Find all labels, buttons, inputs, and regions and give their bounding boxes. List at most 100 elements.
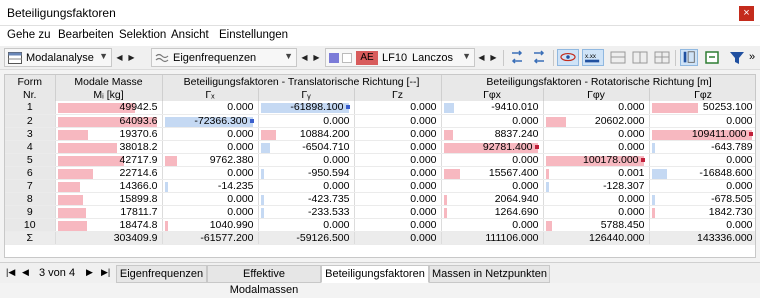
export-icon[interactable] — [703, 49, 721, 66]
cell-gamma-phi-x[interactable]: 2064.940 — [441, 192, 544, 206]
grid-icon[interactable] — [653, 49, 671, 66]
cell-gamma-phi-x[interactable]: 8837.240 — [441, 127, 544, 141]
menu-einstellungen[interactable]: Einstellungen — [219, 29, 288, 41]
cell-gamma-z[interactable]: 0.000 — [354, 101, 442, 115]
last-page-icon[interactable]: ▶| — [101, 267, 110, 278]
cell-gamma-phi-z[interactable]: 0.000 — [649, 114, 755, 128]
cell-gamma-y[interactable]: -61898.100 — [258, 101, 355, 115]
cell-gamma-z[interactable]: 0.000 — [354, 192, 442, 206]
cell-gamma-x[interactable]: 0.000 — [162, 140, 259, 154]
cell-gamma-phi-x[interactable]: 1264.690 — [441, 205, 544, 219]
cell-gamma-z[interactable]: 0.000 — [354, 166, 442, 180]
table-row[interactable]: 3 19370.6 0.000 10884.200 0.000 8837.240 0.000… — [5, 127, 755, 141]
cell-gamma-y[interactable]: 0.000 — [258, 153, 355, 167]
prev-arrow-icon[interactable]: ◀ — [114, 48, 125, 67]
sum-row[interactable]: Σ 303409.9 -61577.200 -59126.500 0.000 111106… — [5, 231, 755, 245]
analysis-select[interactable]: Modalanalyse ▼ — [4, 48, 112, 67]
cell-gamma-y[interactable]: 10884.200 — [258, 127, 355, 141]
tab-eigenfrequenzen[interactable]: Eigenfrequenzen — [116, 265, 207, 283]
close-button[interactable]: × — [739, 6, 754, 21]
cell-gamma-y[interactable]: -233.533 — [258, 205, 355, 219]
cell-mass[interactable]: 49942.5 — [55, 101, 163, 115]
table-row[interactable]: 2 64093.6 -72366.300 0.000 0.000 0.000 20602.0… — [5, 114, 755, 128]
view-toggle-button[interactable] — [557, 49, 579, 66]
cell-gamma-x[interactable]: 0.000 — [162, 166, 259, 180]
cell-gamma-phi-x[interactable]: 111106.000 — [441, 231, 544, 245]
table-row[interactable]: 7 14366.0 -14.235 0.000 0.000 0.000 -128.307 0.… — [5, 179, 755, 193]
cell-gamma-phi-z[interactable]: 143336.000 — [649, 231, 755, 245]
cell-gamma-x[interactable]: -72366.300 — [162, 114, 259, 128]
cell-gamma-phi-z[interactable]: 0.000 — [649, 153, 755, 167]
cell-gamma-phi-x[interactable]: -9410.010 — [441, 101, 544, 115]
cell-gamma-phi-z[interactable]: 50253.100 — [649, 101, 755, 115]
cell-gamma-phi-y[interactable]: 126440.000 — [543, 231, 650, 245]
next-arrow-icon[interactable]: ▶ — [311, 48, 322, 67]
cell-gamma-phi-z[interactable]: 109411.000 — [649, 127, 755, 141]
cell-gamma-x[interactable]: 0.000 — [162, 205, 259, 219]
cell-gamma-y[interactable]: 0.000 — [258, 218, 355, 232]
cell-gamma-x[interactable]: 9762.380 — [162, 153, 259, 167]
cell-gamma-phi-x[interactable]: 92781.400 — [441, 140, 544, 154]
cell-gamma-phi-y[interactable]: 0.000 — [543, 205, 650, 219]
cell-gamma-phi-y[interactable]: 20602.000 — [543, 114, 650, 128]
table-row[interactable]: 9 17811.7 0.000 -233.533 0.000 1264.690 0.000 1… — [5, 205, 755, 219]
cell-gamma-phi-y[interactable]: -128.307 — [543, 179, 650, 193]
next-arrow-icon[interactable]: ▶ — [126, 48, 137, 67]
table-row[interactable]: 4 38018.2 0.000 -6504.710 0.000 92781.400 0.00… — [5, 140, 755, 154]
cell-gamma-x[interactable]: -14.235 — [162, 179, 259, 193]
cell-gamma-phi-y[interactable]: 0.000 — [543, 140, 650, 154]
cell-gamma-phi-x[interactable]: 0.000 — [441, 218, 544, 232]
cell-gamma-phi-z[interactable]: 0.000 — [649, 179, 755, 193]
result-select[interactable]: Eigenfrequenzen ▼ — [151, 48, 297, 67]
swap-icon[interactable] — [530, 49, 548, 66]
cell-gamma-phi-z[interactable]: -678.505 — [649, 192, 755, 206]
cell-mass[interactable]: 19370.6 — [55, 127, 163, 141]
cell-gamma-y[interactable]: -950.594 — [258, 166, 355, 180]
cell-gamma-y[interactable]: 0.000 — [258, 114, 355, 128]
cell-gamma-y[interactable]: -59126.500 — [258, 231, 355, 245]
cell-mass[interactable]: 38018.2 — [55, 140, 163, 154]
cell-gamma-phi-x[interactable]: 0.000 — [441, 153, 544, 167]
table-row[interactable]: 6 22714.6 0.000 -950.594 0.000 15567.400 0.001… — [5, 166, 755, 180]
cell-gamma-phi-y[interactable]: 100178.000 — [543, 153, 650, 167]
cell-mass[interactable]: 14366.0 — [55, 179, 163, 193]
cell-gamma-phi-x[interactable]: 0.000 — [441, 179, 544, 193]
next-arrow-icon[interactable]: ▶ — [488, 48, 499, 67]
cell-mass[interactable]: 15899.8 — [55, 192, 163, 206]
menu-selektion[interactable]: Selektion — [119, 29, 166, 41]
cell-mass[interactable]: 22714.6 — [55, 166, 163, 180]
grid-icon[interactable] — [631, 49, 649, 66]
cell-gamma-y[interactable]: -423.735 — [258, 192, 355, 206]
first-page-icon[interactable]: |◀ — [6, 267, 15, 278]
prev-arrow-icon[interactable]: ◀ — [476, 48, 487, 67]
tab-beteiligungsfaktoren[interactable]: Beteiligungsfaktoren — [321, 265, 429, 283]
cell-mass[interactable]: 42717.9 — [55, 153, 163, 167]
cell-gamma-z[interactable]: 0.000 — [354, 179, 442, 193]
cell-gamma-y[interactable]: -6504.710 — [258, 140, 355, 154]
cell-gamma-x[interactable]: 0.000 — [162, 192, 259, 206]
cell-gamma-z[interactable]: 0.000 — [354, 114, 442, 128]
load-case-select[interactable]: AE LF10 Lanczos ▼ — [325, 48, 475, 67]
cell-gamma-phi-z[interactable]: -16848.600 — [649, 166, 755, 180]
cell-gamma-phi-x[interactable]: 15567.400 — [441, 166, 544, 180]
cell-gamma-phi-z[interactable]: -643.789 — [649, 140, 755, 154]
cell-gamma-phi-z[interactable]: 0.000 — [649, 218, 755, 232]
table-row[interactable]: 5 42717.9 9762.380 0.000 0.000 0.000 100178.00… — [5, 153, 755, 167]
xxx-toggle-button[interactable]: x.xx — [582, 49, 604, 66]
cell-gamma-phi-y[interactable]: 0.000 — [543, 192, 650, 206]
cell-gamma-phi-y[interactable]: 0.000 — [543, 127, 650, 141]
cell-gamma-phi-z[interactable]: 1842.730 — [649, 205, 755, 219]
cell-gamma-x[interactable]: -61577.200 — [162, 231, 259, 245]
more-icon[interactable]: » — [749, 51, 755, 63]
cell-gamma-x[interactable]: 1040.990 — [162, 218, 259, 232]
cell-gamma-z[interactable]: 0.000 — [354, 205, 442, 219]
cell-gamma-z[interactable]: 0.000 — [354, 140, 442, 154]
cell-mass[interactable]: 18474.8 — [55, 218, 163, 232]
cell-mass[interactable]: 303409.9 — [55, 231, 163, 245]
cell-gamma-phi-y[interactable]: 0.000 — [543, 101, 650, 115]
columns-toggle-button[interactable] — [680, 49, 698, 66]
prev-page-icon[interactable]: ◀ — [22, 267, 29, 278]
swap-icon[interactable] — [508, 49, 526, 66]
filter-icon[interactable] — [728, 49, 746, 66]
menu-gehe-zu[interactable]: Gehe zu — [7, 29, 50, 41]
